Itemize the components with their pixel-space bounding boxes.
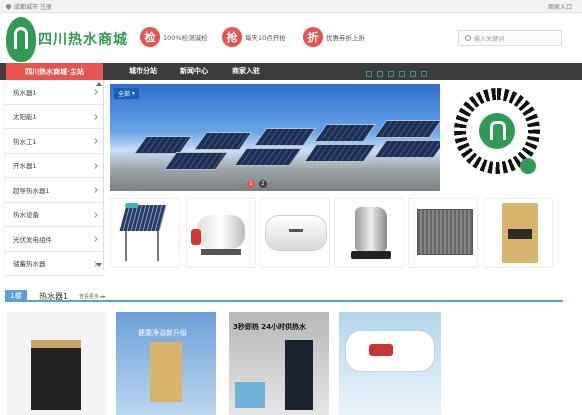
sidebar-item[interactable]: 开水器1	[5, 154, 103, 178]
sidebar-item[interactable]: 热水设备	[5, 203, 103, 227]
toolbar-icons	[366, 71, 427, 77]
chevron-right-icon	[92, 113, 98, 120]
banner-dot[interactable]: 2	[259, 180, 267, 188]
qr-code	[446, 84, 548, 188]
floor-header: 1楼 热水器1 查看更多 ▸▸	[5, 290, 563, 302]
sidebar-item[interactable]: 超导热水器1	[5, 178, 103, 203]
main-nav: 四川热水商城·主站 城市分站 新闻中心 商家入驻	[0, 63, 582, 80]
inspect-icon: 检	[140, 27, 160, 47]
category-sidebar: 热水器1 太阳能1 热水工1 开水器1 超导热水器1 热水设备 光伏发电组件 储…	[4, 80, 104, 276]
chevron-right-icon	[92, 211, 98, 218]
chevron-right-icon	[92, 162, 98, 169]
top-bar: 成都城市 注册 商家入口	[0, 0, 582, 13]
product-card[interactable]	[339, 312, 441, 415]
floor-number: 1楼	[5, 290, 27, 302]
more-link[interactable]: 查看更多 ▸▸	[79, 293, 106, 300]
scroll-up-icon[interactable]	[96, 82, 102, 86]
nav-item-city[interactable]: 城市分站	[129, 66, 157, 76]
tool-icon[interactable]	[377, 71, 383, 77]
merchant-entry-link[interactable]: 商家入口	[548, 2, 572, 11]
search-input[interactable]: 输入关键词	[458, 30, 562, 46]
product-card[interactable]: 3秒即热 24小时供热水	[229, 312, 329, 415]
tool-icon[interactable]	[410, 71, 416, 77]
tool-icon[interactable]	[399, 71, 405, 77]
chevron-right-icon	[92, 236, 98, 242]
header: 四川热水商城 检 100%检测诚检 抢 每天10点开抢 折 优惠券折上折 输入关…	[0, 13, 582, 63]
logo-text[interactable]: 四川热水商城	[38, 29, 128, 49]
product-thumb[interactable]	[110, 198, 180, 268]
tool-icon[interactable]	[421, 71, 427, 77]
logo-icon	[479, 113, 515, 149]
rush-icon: 抢	[222, 27, 242, 47]
product-thumb[interactable]	[186, 198, 256, 268]
location-pin-icon	[4, 2, 13, 11]
banner-slider[interactable]: 全部 ▾	[110, 84, 440, 191]
nav-main-site[interactable]: 四川热水商城·主站	[6, 63, 103, 80]
chevron-right-icon	[92, 89, 98, 95]
tool-icon[interactable]	[366, 71, 372, 77]
location-link[interactable]: 成都城市 注册	[4, 2, 52, 11]
sidebar-item[interactable]: 光伏发电组件	[5, 227, 103, 252]
product-thumb[interactable]	[408, 198, 478, 268]
banner-select[interactable]: 全部 ▾	[114, 88, 139, 99]
discount-icon: 折	[303, 27, 323, 47]
mini-program-icon	[520, 158, 536, 174]
nav-item-news[interactable]: 新闻中心	[180, 66, 208, 76]
nav-item-merchant[interactable]: 商家入驻	[232, 66, 260, 76]
scroll-down-icon[interactable]	[96, 263, 102, 267]
product-card[interactable]	[7, 312, 107, 415]
banner-dot[interactable]: 1	[247, 180, 255, 188]
feature-discount: 折 优惠券折上折	[303, 27, 365, 47]
banner-dots: 1 2	[247, 180, 267, 188]
sidebar-item[interactable]: 太阳能1	[5, 105, 103, 129]
tool-icon[interactable]	[388, 71, 394, 77]
logo-icon[interactable]	[6, 17, 36, 62]
sidebar-item[interactable]: 储蓄热水器	[5, 252, 103, 276]
product-card[interactable]: 健康净浴新升级	[116, 312, 216, 415]
sidebar-item[interactable]: 热水器1	[5, 80, 103, 105]
product-thumb[interactable]	[334, 198, 404, 268]
chevron-right-icon	[92, 187, 98, 193]
floor-title: 热水器1	[39, 292, 69, 301]
feature-inspect: 检 100%检测诚检	[140, 27, 208, 47]
feature-rush: 抢 每天10点开抢	[222, 27, 286, 47]
product-thumb[interactable]	[483, 198, 553, 268]
sidebar-item[interactable]: 热水工1	[5, 129, 103, 154]
search-icon	[465, 35, 471, 41]
chevron-right-icon	[92, 138, 98, 144]
product-thumb[interactable]	[260, 198, 330, 268]
